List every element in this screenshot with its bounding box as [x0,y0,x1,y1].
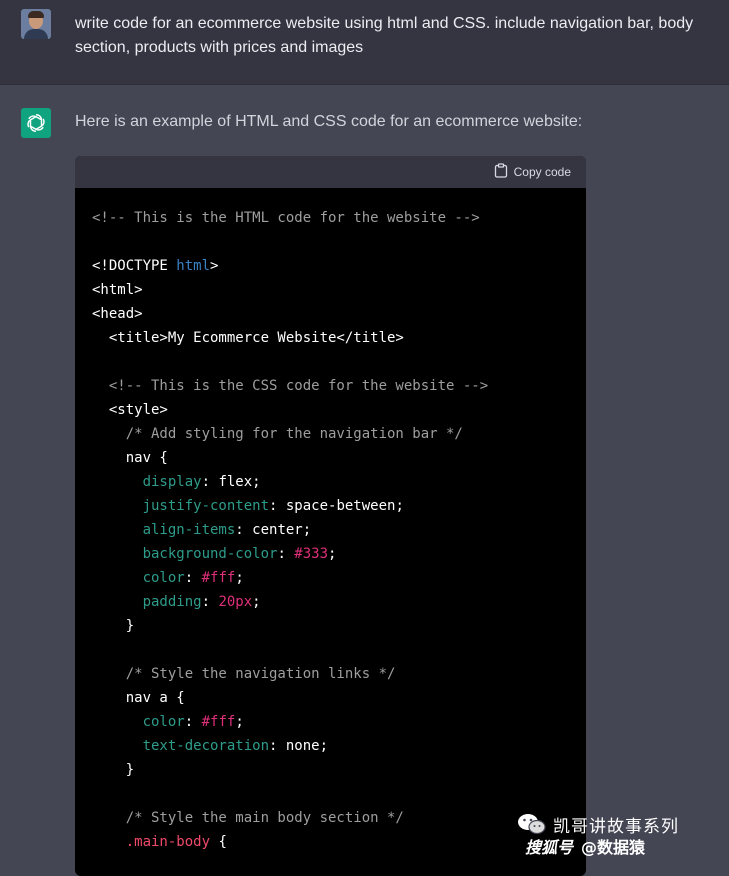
code-token: <html> [92,282,143,298]
code-token: /* Add styling for the navigation bar */ [92,426,463,442]
chatgpt-logo-icon [21,108,51,138]
assistant-intro-text: Here is an example of HTML and CSS code … [75,113,583,130]
code-token: html [176,258,211,274]
code-line: <!-- This is the CSS code for the websit… [92,374,570,398]
code-line: display: flex; [92,470,570,494]
copy-code-label: Copy code [513,165,571,179]
code-token: : [201,594,219,610]
code-line: } [92,614,570,638]
code-token: align-items [142,522,236,538]
code-line: nav { [92,446,570,470]
code-line: color: #fff; [92,566,570,590]
code-line: <head> [92,302,570,326]
code-token: nav a { [92,690,185,706]
code-block-header: Copy code [75,156,586,188]
code-token: <!-- This is the CSS code for the websit… [92,378,489,394]
code-line: <style> [92,398,570,422]
code-token: .main-body [125,834,211,850]
code-token: padding [142,594,202,610]
code-token: 20px [218,594,253,610]
code-token: <head> [92,306,143,322]
code-token: background-color [142,546,278,562]
code-token: color [142,570,185,586]
code-token: : [277,546,295,562]
copy-code-button[interactable]: Copy code [494,163,571,181]
code-token: <title>My Ecommerce Website</title> [92,330,404,346]
code-line: } [92,758,570,782]
watermark: 凯哥讲故事系列 搜狐号 @数据猿 [517,810,707,858]
code-token: <!-- This is the HTML code for the websi… [92,210,480,226]
code-token: ; [328,546,337,562]
code-token: <style> [92,402,168,418]
code-token: #fff [201,570,236,586]
code-line: <!-- This is the HTML code for the websi… [92,206,570,230]
code-token: : [184,570,202,586]
code-token: /* Style the navigation links */ [92,666,396,682]
watermark-handle: @数据猿 [581,838,646,857]
code-token: display [142,474,202,490]
code-line: padding: 20px; [92,590,570,614]
code-token: nav { [92,450,168,466]
code-token: : space-between; [269,498,404,514]
code-token: ; [235,714,244,730]
code-token: justify-content [142,498,270,514]
code-line: text-decoration: none; [92,734,570,758]
code-line: /* Add styling for the navigation bar */ [92,422,570,446]
code-line: /* Style the main body section */ [92,806,570,830]
code-line: <!DOCTYPE html> [92,254,570,278]
code-token: #fff [201,714,236,730]
code-line: /* Style the navigation links */ [92,662,570,686]
code-line: justify-content: space-between; [92,494,570,518]
code-token: : center; [235,522,312,538]
code-token: text-decoration [142,738,270,754]
clipboard-icon [494,163,508,181]
code-token: } [92,618,135,634]
user-avatar [21,9,51,39]
code-token: { [210,834,227,850]
code-line: background-color: #333; [92,542,570,566]
code-token: : none; [269,738,329,754]
user-message-row: write code for an ecommerce website usin… [0,0,729,85]
code-line: nav a { [92,686,570,710]
code-token: ; [235,570,244,586]
code-token: : flex; [201,474,261,490]
code-token: /* Style the main body section */ [92,810,404,826]
code-line: align-items: center; [92,518,570,542]
code-token: > [210,258,219,274]
code-token: } [92,762,135,778]
code-line: color: #fff; [92,710,570,734]
code-token: color [142,714,185,730]
watermark-author: 搜狐号 @数据猿 [525,834,645,858]
code-line: <title>My Ecommerce Website</title> [92,326,570,350]
code-line: .main-body { [92,830,570,854]
code-token: #333 [294,546,329,562]
code-line: <html> [92,278,570,302]
code-token: <!DOCTYPE [92,258,177,274]
user-message-text: write code for an ecommerce website usin… [75,15,694,56]
code-block: Copy code <!-- This is the HTML code for… [75,156,586,876]
code-token: : [184,714,202,730]
code-content: <!-- This is the HTML code for the websi… [75,188,586,854]
code-token: ; [252,594,261,610]
sohu-logo-text: 搜狐号 [525,838,574,857]
